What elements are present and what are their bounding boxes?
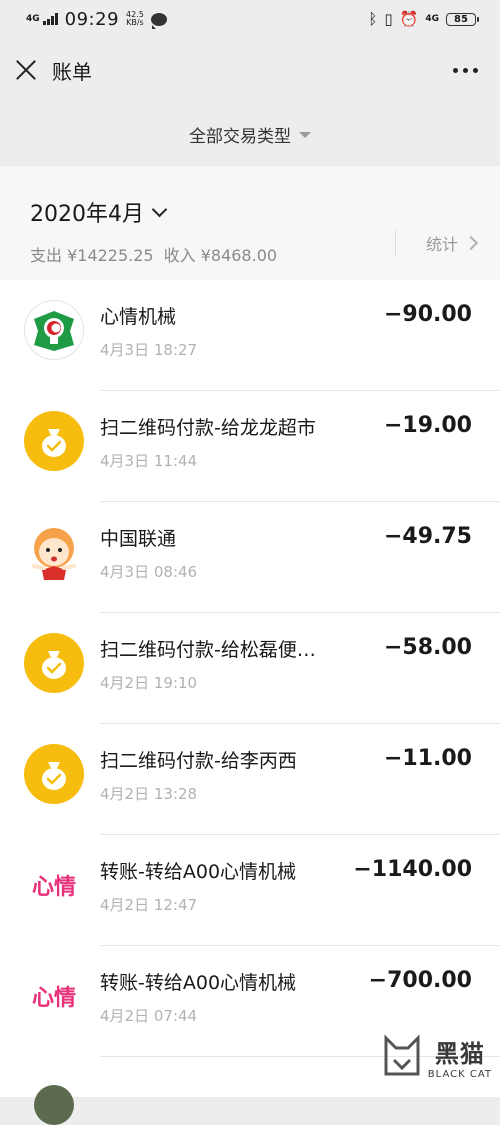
filter-bar: 全部交易类型 <box>0 102 500 166</box>
moneybag-icon <box>24 744 84 804</box>
network-type: 4G <box>26 13 40 24</box>
cartoon-girl-avatar <box>24 522 84 582</box>
moneybag-icon <box>24 633 84 693</box>
status-bar: 4G 09:29 42.5 KB/s ᛒ ▯ ⏰ 4G 85 <box>0 0 500 38</box>
transaction-name: 转账-转给A00心情机械 <box>100 972 297 994</box>
month-label: 2020年4月 <box>30 202 144 227</box>
transaction-list: 心情机械 4月3日 18:27 −90.00 扫二维码付款-给龙龙超市 4月3日… <box>0 280 500 1125</box>
watermark-text: 黑猫 BLACK CAT <box>428 1034 492 1080</box>
transaction-name: 中国联通 <box>100 528 177 550</box>
more-options-icon[interactable] <box>453 67 478 73</box>
transaction-texts: 扫二维码付款-给李丙西 4月2日 13:28 <box>100 746 297 804</box>
expense-total: 支出 ¥14225.25 <box>30 246 154 265</box>
watermark-en: BLACK CAT <box>427 1068 492 1080</box>
transaction-amount: −1140.00 <box>353 857 472 882</box>
transaction-name: 扫二维码付款-给李丙西 <box>100 750 297 772</box>
transaction-item[interactable]: 扫二维码付款-给松磊便… 4月2日 19:10 −58.00 <box>0 613 500 724</box>
transaction-date: 4月3日 08:46 <box>100 563 198 581</box>
transaction-amount: −58.00 <box>383 635 472 660</box>
chevron-down-icon <box>151 201 168 217</box>
transaction-date: 4月2日 19:10 <box>100 674 198 692</box>
transaction-amount: −11.00 <box>383 746 472 771</box>
transaction-texts: 扫二维码付款-给龙龙超市 4月3日 11:44 <box>100 413 316 471</box>
nav-bar: 账单 <box>0 38 500 102</box>
transaction-amount: −700.00 <box>368 968 472 993</box>
clock: 09:29 <box>64 8 120 30</box>
bank-logo-icon <box>24 300 84 360</box>
month-header: 2020年4月 支出 ¥14225.25 收入 ¥8468.00 统计 <box>0 166 500 280</box>
transaction-item[interactable]: 心情机械 4月3日 18:27 −90.00 <box>0 280 500 391</box>
transaction-texts: 心情机械 4月3日 18:27 <box>100 302 197 360</box>
transaction-item[interactable]: 中国联通 4月3日 08:46 −49.75 <box>0 502 500 613</box>
stats-label: 统计 <box>425 235 458 254</box>
network-type-2: 4G <box>425 13 439 24</box>
stats-button[interactable]: 统计 <box>394 230 479 256</box>
battery-level: 85 <box>454 13 468 25</box>
transaction-name: 心情机械 <box>100 306 177 328</box>
status-left: 4G 09:29 42.5 KB/s <box>26 9 167 30</box>
transaction-date: 4月3日 18:27 <box>100 341 198 359</box>
vibrate-icon: ▯ <box>384 10 393 28</box>
speed-unit: KB/s <box>126 18 144 27</box>
watermark: 黑猫 BLACK CAT <box>372 1030 500 1083</box>
page-title: 账单 <box>52 59 92 84</box>
transaction-name: 转账-转给A00心情机械 <box>100 861 297 883</box>
transaction-date: 4月3日 11:44 <box>100 452 198 470</box>
transaction-date: 4月2日 07:44 <box>100 1007 198 1025</box>
transaction-amount: −49.75 <box>383 524 472 549</box>
transaction-texts: 中国联通 4月3日 08:46 <box>100 524 197 582</box>
network-speed: 42.5 KB/s <box>126 11 144 27</box>
transaction-amount: −90.00 <box>383 302 472 327</box>
transaction-item[interactable]: 心情 转账-转给A00心情机械 4月2日 12:47 −1140.00 <box>0 835 500 946</box>
transaction-amount: −19.00 <box>383 413 472 438</box>
transaction-item[interactable]: 扫二维码付款-给李丙西 4月2日 13:28 −11.00 <box>0 724 500 835</box>
month-picker[interactable]: 2020年4月 <box>30 196 472 228</box>
transaction-date: 4月2日 12:47 <box>100 896 198 914</box>
xinqing-text-logo: 心情 <box>31 986 76 1011</box>
transaction-item[interactable]: 扫二维码付款-给龙龙超市 4月3日 11:44 −19.00 <box>0 391 500 502</box>
black-cat-logo-icon <box>384 1033 420 1075</box>
xinqing-text-logo: 心情 <box>31 875 76 900</box>
chevron-right-icon <box>463 235 479 251</box>
watermark-cn: 黑猫 <box>434 1039 485 1068</box>
caret-down-icon <box>299 132 311 138</box>
transaction-texts: 转账-转给A00心情机械 4月2日 12:47 <box>100 857 296 915</box>
filter-label: 全部交易类型 <box>189 126 291 147</box>
transaction-texts: 转账-转给A00心情机械 4月2日 07:44 <box>100 968 296 1026</box>
transaction-texts: 扫二维码付款-给松磊便… 4月2日 19:10 <box>100 635 316 693</box>
avatar <box>34 1085 74 1125</box>
message-icon <box>150 12 167 29</box>
transaction-name: 扫二维码付款-给龙龙超市 <box>100 417 316 439</box>
signal-icon <box>42 13 58 25</box>
moneybag-icon <box>24 411 84 471</box>
battery-icon: 85 <box>446 12 479 26</box>
transaction-date: 4月2日 13:28 <box>100 785 198 803</box>
transaction-name: 扫二维码付款-给松磊便… <box>100 639 316 661</box>
status-right: ᛒ ▯ ⏰ 4G 85 <box>368 10 479 28</box>
alarm-icon: ⏰ <box>399 10 419 28</box>
income-total: 收入 ¥8468.00 <box>163 246 278 265</box>
bluetooth-icon: ᛒ <box>368 10 378 28</box>
close-icon[interactable] <box>14 58 38 82</box>
transaction-type-filter[interactable]: 全部交易类型 <box>189 122 311 147</box>
